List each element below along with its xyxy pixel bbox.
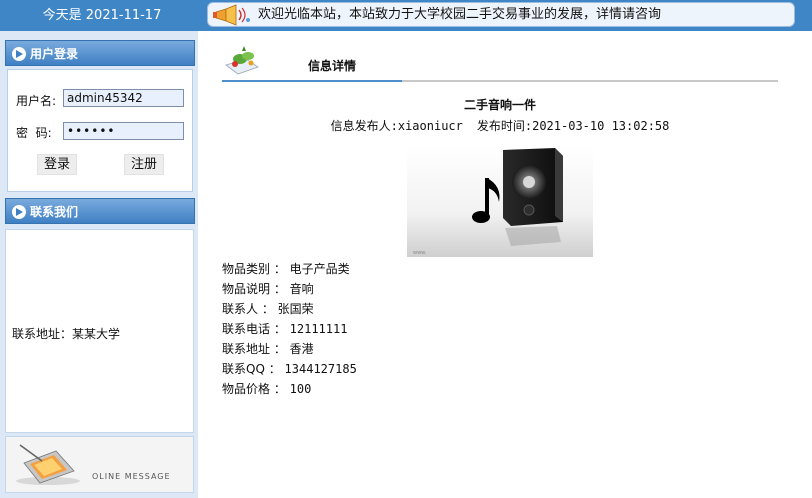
register-button[interactable]: 注册 <box>124 154 164 175</box>
megaphone-icon <box>213 4 250 26</box>
online-message-text: OLINE MESSAGE <box>92 472 171 481</box>
contact-panel-title: 联系我们 <box>30 205 79 219</box>
notice-bar: 欢迎光临本站，本站致力于大学校园二手交易事业的发展，详情请咨询 <box>207 2 795 27</box>
item-meta: 信息发布人:xiaoniucr 发布时间:2021-03-10 13:02:58 <box>222 117 778 134</box>
contact-panel: 联系地址：某某大学 <box>5 229 194 433</box>
login-button[interactable]: 登录 <box>37 154 77 175</box>
detail-row-category: 物品类别 ： 电子产品类 <box>222 262 350 276</box>
item-details: 物品类别 ： 电子产品类 物品说明 ： 音响 联系人 ： 张国荣 联系电话 ： … <box>222 259 357 399</box>
publish-time: 2021-03-10 13:02:58 <box>532 119 670 133</box>
contact-address: 联系地址：某某大学 <box>12 327 121 341</box>
username-input[interactable] <box>63 89 184 107</box>
tab-info-detail: 信息详情 <box>308 59 357 73</box>
notice-text: 欢迎光临本站，本站致力于大学校园二手交易事业的发展，详情请咨询 <box>258 7 662 22</box>
contact-panel-header: 联系我们 <box>5 198 195 224</box>
publisher-label: 信息发布人: <box>330 119 398 133</box>
detail-row-address: 联系地址 ： 香港 <box>222 342 314 356</box>
publisher-name: xiaoniucr <box>397 119 463 133</box>
detail-row-phone: 联系电话 ： 12111111 <box>222 322 348 336</box>
item-title: 二手音响一件 <box>463 98 536 112</box>
item-photo-speaker: www. <box>407 146 593 257</box>
tab-active-underline <box>222 80 402 82</box>
arrow-right-icon <box>12 47 26 61</box>
detail-row-description: 物品说明 ： 音响 <box>222 282 314 296</box>
top-bar: 今天是 2021-11-17 欢迎光临本站，本站致力于大学校园二手交易事业的发展… <box>0 0 812 31</box>
login-form: 用户名: 密 码: 登录 注册 <box>7 69 193 192</box>
detail-row-price: 物品价格 ： 100 <box>222 382 312 396</box>
current-date: 今天是 2021-11-17 <box>42 8 162 23</box>
publish-time-label: 发布时间: <box>476 119 533 133</box>
login-panel-header: 用户登录 <box>5 40 195 66</box>
fruit-plate-icon <box>225 46 259 75</box>
pda-icon <box>16 444 80 485</box>
password-label: 密 码: <box>16 126 52 140</box>
online-message-banner[interactable]: OLINE MESSAGE <box>5 436 194 493</box>
login-panel-title: 用户登录 <box>30 47 79 61</box>
arrow-right-icon <box>12 205 26 219</box>
detail-row-contact-person: 联系人 ： 张国荣 <box>222 302 314 316</box>
password-input[interactable] <box>63 122 184 140</box>
username-label: 用户名: <box>16 94 57 108</box>
svg-text:www.: www. <box>413 250 427 256</box>
detail-row-qq: 联系QQ ： 1344127185 <box>222 362 357 376</box>
